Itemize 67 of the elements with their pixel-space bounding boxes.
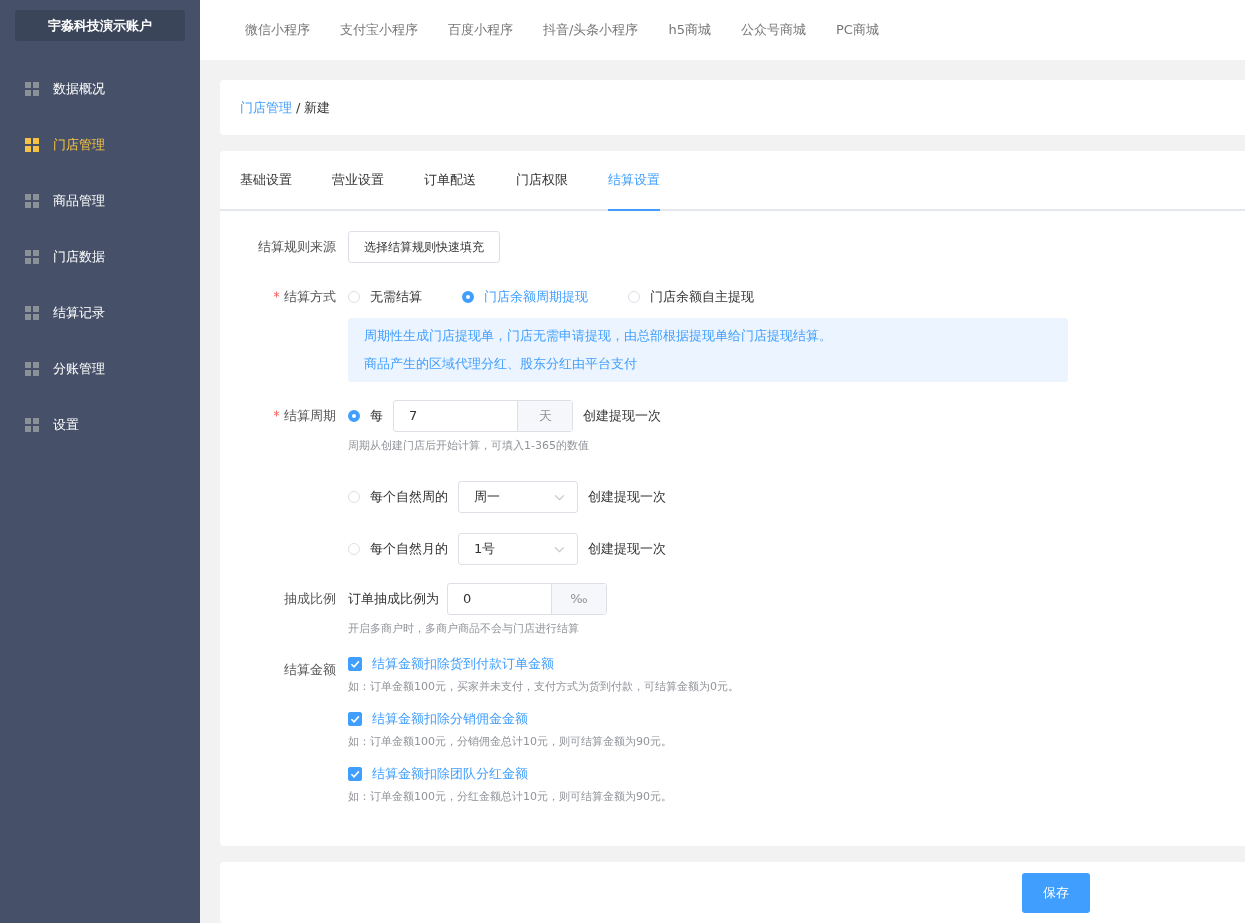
top-nav-link[interactable]: 百度小程序 xyxy=(448,21,513,39)
radio-button[interactable] xyxy=(348,410,360,422)
radio-button[interactable] xyxy=(462,291,474,303)
breadcrumb-current: 新建 xyxy=(304,98,331,117)
hint-text: 周期从创建门店后开始计算，可填入1-365的数值 xyxy=(348,438,590,453)
top-nav-link[interactable]: 微信小程序 xyxy=(245,21,310,39)
sidebar-item[interactable]: 分账管理 xyxy=(0,341,200,397)
top-nav-link[interactable]: 支付宝小程序 xyxy=(340,21,418,39)
days-input[interactable]: 7 天 xyxy=(393,400,573,432)
field-label: 结算方式 xyxy=(284,288,336,306)
chevron-down-icon xyxy=(554,493,565,501)
checkbox-label: 结算金额扣除货到付款订单金额 xyxy=(372,655,554,673)
fill-rule-button[interactable]: 选择结算规则快速填充 xyxy=(348,231,500,263)
hint-text: 如：订单金额100元，分销佣金总计10元，则可结算金额为90元。 xyxy=(348,734,673,749)
top-nav-link[interactable]: 公众号商城 xyxy=(740,21,806,39)
grid-icon xyxy=(25,418,39,432)
sidebar-item[interactable]: 结算记录 xyxy=(0,285,200,341)
field-label: 结算金额 xyxy=(284,661,336,679)
hint-text: 如：订单金额100元，买家并未支付，支付方式为货到付款，可结算金额为0元。 xyxy=(348,679,740,694)
top-nav-link[interactable]: h5商城 xyxy=(668,21,711,39)
account-name: 宇淼科技演示账户 xyxy=(15,10,185,41)
hint-text: 如：订单金额100元，分红金额总计10元，则可结算金额为90元。 xyxy=(348,789,673,804)
suffix-text: 创建提现一次 xyxy=(588,488,666,506)
chevron-down-icon xyxy=(554,545,565,553)
radio-label: 门店余额周期提现 xyxy=(484,288,588,306)
radio-label: 门店余额自主提现 xyxy=(650,288,754,306)
info-text: 周期性生成门店提现单，门店无需申请提现，由总部根据提现单给门店提现结算。 xyxy=(364,327,833,345)
suffix-text: 创建提现一次 xyxy=(588,540,666,558)
top-nav-link[interactable]: 抖音/头条小程序 xyxy=(543,21,639,39)
field-label: 结算规则来源 xyxy=(258,238,336,256)
grid-icon xyxy=(25,250,39,264)
grid-icon xyxy=(25,82,39,96)
tab[interactable]: 营业设置 xyxy=(332,151,384,211)
dropdown[interactable]: 1号 xyxy=(458,533,578,565)
ratio-input[interactable]: 0 ‰ xyxy=(447,583,607,615)
suffix-text: 创建提现一次 xyxy=(583,407,661,425)
field-label: 抽成比例 xyxy=(284,590,336,608)
tab[interactable]: 门店权限 xyxy=(516,151,568,211)
sidebar-item[interactable]: 设置 xyxy=(0,397,200,453)
radio-label: 每 xyxy=(370,407,383,425)
grid-icon xyxy=(25,194,39,208)
checkbox[interactable] xyxy=(348,767,362,781)
field-label: 结算周期 xyxy=(284,407,336,425)
sidebar-item[interactable]: 商品管理 xyxy=(0,173,200,229)
sidebar-item[interactable]: 门店数据 xyxy=(0,229,200,285)
sidebar-item[interactable]: 数据概况 xyxy=(0,61,200,117)
tab[interactable]: 基础设置 xyxy=(240,151,292,211)
dropdown[interactable]: 周一 xyxy=(458,481,578,513)
sidebar-item[interactable]: 门店管理 xyxy=(0,117,200,173)
grid-icon xyxy=(25,362,39,376)
grid-icon xyxy=(25,306,39,320)
unit-label: ‰ xyxy=(551,584,606,614)
hint-text: 开启多商户时，多商户商品不会与门店进行结算 xyxy=(348,621,580,636)
checkbox[interactable] xyxy=(348,657,362,671)
radio-label: 无需结算 xyxy=(370,288,422,306)
radio-label: 每个自然月的 xyxy=(370,540,448,558)
radio-label: 每个自然周的 xyxy=(370,488,448,506)
checkbox[interactable] xyxy=(348,712,362,726)
grid-icon xyxy=(25,138,39,152)
unit-label: 天 xyxy=(517,401,572,431)
checkbox-label: 结算金额扣除分销佣金金额 xyxy=(372,710,528,728)
checkbox-label: 结算金额扣除团队分红金额 xyxy=(372,765,528,783)
info-text: 商品产生的区域代理分红、股东分红由平台支付 xyxy=(364,355,638,373)
top-nav-link[interactable]: PC商城 xyxy=(835,21,879,39)
ratio-prefix: 订单抽成比例为 xyxy=(348,590,439,608)
tab[interactable]: 订单配送 xyxy=(424,151,476,211)
breadcrumb-separator: / xyxy=(296,100,301,115)
